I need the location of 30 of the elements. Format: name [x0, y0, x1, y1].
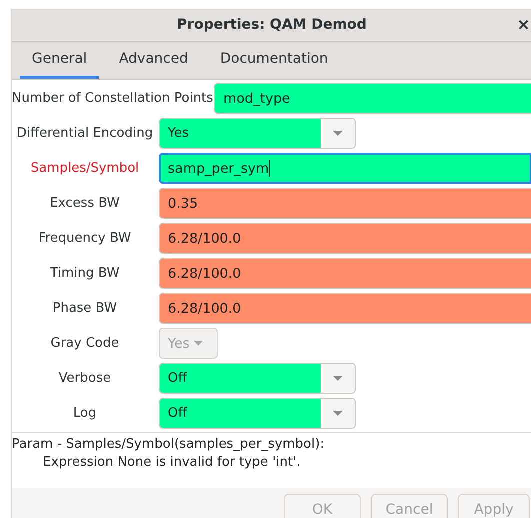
dropdown[interactable]: Off: [159, 398, 356, 429]
field-label: Gray Code: [50, 336, 120, 351]
tab[interactable]: Advanced: [107, 42, 200, 79]
field-label: Number of Constellation Points: [12, 91, 214, 106]
field-label: Log: [72, 406, 98, 421]
field-label: Frequency BW: [38, 231, 132, 246]
tab[interactable]: General: [20, 42, 100, 79]
caret-icon: [333, 411, 343, 416]
input-field[interactable]: 6.28/100.0: [159, 293, 531, 324]
dropdown[interactable]: Off: [159, 363, 356, 394]
input-field[interactable]: 0.35: [159, 188, 531, 219]
caret-icon: [333, 131, 343, 136]
close-button[interactable]: ×: [517, 15, 530, 34]
field-label: Samples/Symbol: [30, 161, 140, 176]
field-label: Verbose: [58, 371, 112, 386]
field-label: Phase BW: [52, 301, 118, 316]
input-field[interactable]: samp_per_sym: [159, 153, 531, 184]
window-title: Properties: QAM Demod: [177, 17, 367, 33]
input-field[interactable]: 6.28/100.0: [159, 223, 531, 254]
caret-icon: [333, 376, 343, 381]
dropdown[interactable]: Yes: [159, 118, 356, 149]
caret-icon: [194, 341, 203, 346]
error-message: Expression None is invalid for type 'int'.: [42, 454, 302, 472]
field-label: Excess BW: [49, 196, 121, 211]
input-field[interactable]: 6.28/100.0: [159, 258, 531, 289]
tab[interactable]: Documentation: [208, 42, 340, 79]
error-message: Param - Samples/Symbol(samples_per_symbol):: [12, 436, 326, 454]
input-field[interactable]: mod_type: [214, 83, 531, 114]
field-label: Timing BW: [49, 266, 121, 281]
field-label: Differential Encoding: [16, 126, 154, 141]
